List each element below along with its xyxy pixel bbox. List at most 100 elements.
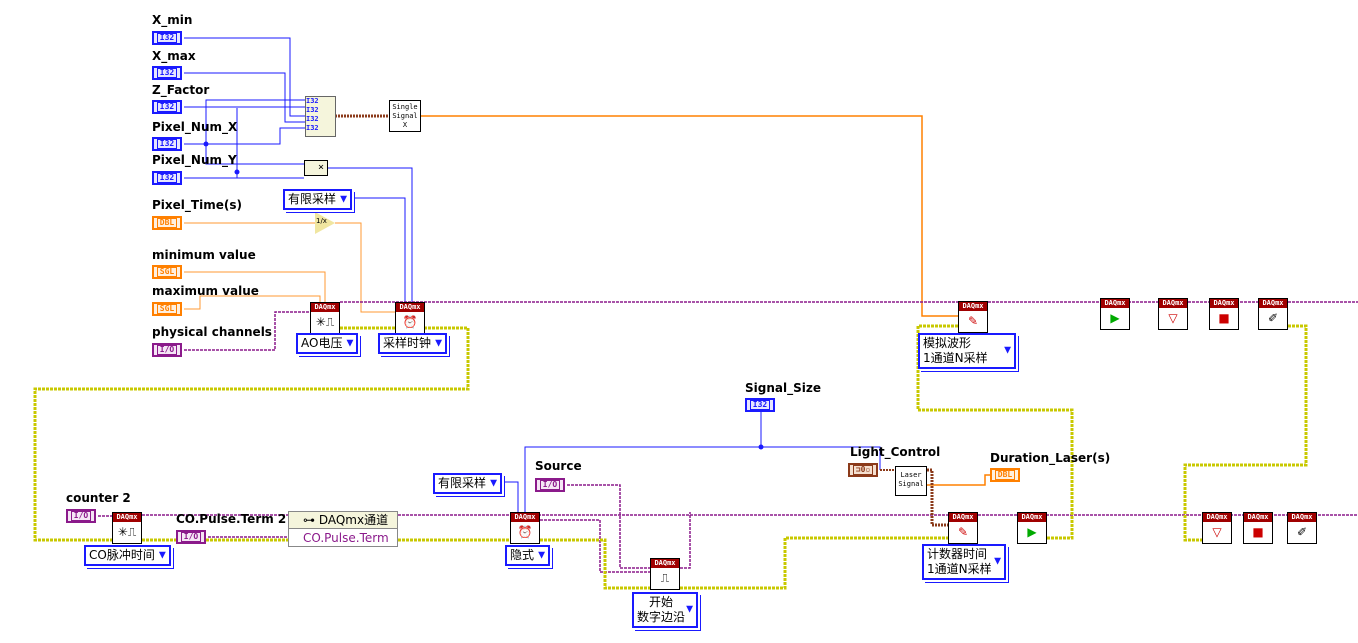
counter2-terminal[interactable]: I/O: [66, 509, 96, 523]
type-label: SGL: [156, 267, 178, 277]
wire-trigger-task: [540, 519, 650, 573]
daqmx-stop-ao[interactable]: DAQmx ■: [1209, 298, 1239, 330]
wire-reciprocal-out: [335, 222, 395, 313]
minimum-value-label: minimum value: [152, 248, 256, 262]
maximum-value-terminal[interactable]: SGL: [152, 302, 182, 316]
daqmx-stop-co[interactable]: DAQmx ■: [1243, 512, 1273, 544]
duration-laser-indicator[interactable]: DBL: [990, 468, 1020, 482]
type-label: I/O: [156, 345, 178, 355]
signal-size-label: Signal_Size: [745, 381, 821, 395]
z-factor-terminal[interactable]: I32: [152, 100, 182, 114]
wait-icon: ▽: [1212, 525, 1222, 539]
counter-write-selector[interactable]: 计数器时间 1通道N采样 ▼: [922, 544, 1006, 580]
x-min-terminal[interactable]: I32: [152, 31, 182, 45]
node-header: DAQmx: [1203, 513, 1231, 522]
daqmx-clear-co[interactable]: DAQmx ✐: [1287, 512, 1317, 544]
laser-signal-subvi[interactable]: Laser Signal: [895, 466, 927, 496]
build-array-node[interactable]: I32 I32 I32 I32: [305, 96, 336, 137]
play-icon: ▶: [1027, 525, 1037, 539]
property-node-title: DAQmx通道: [318, 513, 389, 527]
daqmx-wait-co[interactable]: DAQmx ▽: [1202, 512, 1232, 544]
single-signal-subvi[interactable]: Single Signal X: [389, 100, 421, 132]
counter2-label: counter 2: [66, 491, 131, 505]
dropdown-arrow-icon: ▼: [686, 604, 693, 615]
create-channel-icon: ✳⎍: [315, 315, 335, 329]
signal-size-terminal[interactable]: I32: [745, 398, 775, 412]
wire-junction: [203, 141, 209, 147]
maximum-value-label: maximum value: [152, 284, 259, 298]
type-label: DBL: [994, 470, 1016, 480]
multiply-node[interactable]: ×: [304, 160, 328, 176]
daqmx-wait-ao[interactable]: DAQmx ▽: [1158, 298, 1188, 330]
sample-mode-co-selector[interactable]: 有限采样 ▼: [433, 473, 503, 494]
duration-laser-label: Duration_Laser(s): [990, 451, 1111, 465]
daqmx-channel-property-node[interactable]: ⊶ DAQmx通道 CO.Pulse.Term: [288, 511, 398, 547]
daqmx-create-channel-co[interactable]: DAQmx ✳⎍: [112, 512, 142, 544]
daqmx-write-ao[interactable]: DAQmx ✎: [958, 301, 988, 333]
daqmx-timing-co[interactable]: DAQmx ⏰: [510, 512, 540, 544]
daqmx-timing-ao[interactable]: DAQmx ⏰: [395, 302, 425, 334]
type-label: I/O: [70, 511, 92, 521]
type-label: I32: [156, 33, 178, 43]
implicit-timing-selector[interactable]: 隐式 ▼: [505, 545, 551, 566]
pixel-num-y-terminal[interactable]: I32: [152, 171, 182, 185]
pixel-num-x-terminal[interactable]: I32: [152, 137, 182, 151]
minimum-value-terminal[interactable]: SGL: [152, 265, 182, 279]
node-header: DAQmx: [1159, 299, 1187, 308]
node-header: DAQmx: [113, 513, 141, 522]
wire-laser-out: [927, 468, 948, 527]
sample-mode-ao-selector[interactable]: 有限采样 ▼: [283, 189, 353, 210]
wire-junction: [758, 444, 764, 450]
daqmx-start-ao[interactable]: DAQmx ▶: [1100, 298, 1130, 330]
daqmx-create-channel-ao[interactable]: DAQmx ✳⎍: [310, 302, 340, 334]
daqmx-write-co[interactable]: DAQmx ✎: [948, 512, 978, 544]
wire-junction: [234, 169, 240, 175]
wire-signal-out: [421, 115, 958, 317]
wire-error-trigger-out: [680, 536, 948, 590]
node-header: DAQmx: [511, 513, 539, 522]
eraser-icon: ✐: [1267, 311, 1279, 325]
source-label: Source: [535, 459, 582, 473]
enum-value: CO脉冲时间: [89, 548, 155, 562]
type-label: I32: [156, 139, 178, 149]
source-terminal[interactable]: I/O: [535, 478, 565, 492]
wire-x-max: [184, 72, 305, 123]
co-pulse-time-selector[interactable]: CO脉冲时间 ▼: [84, 545, 171, 566]
physical-channels-terminal[interactable]: I/O: [152, 343, 182, 357]
array-input: I32: [306, 97, 319, 105]
node-header: DAQmx: [1210, 299, 1238, 308]
property-node-header: ⊶ DAQmx通道: [289, 512, 397, 529]
pencil-write-icon: ✎: [967, 314, 979, 328]
array-input: I32: [306, 115, 319, 123]
wire-sample-mode: [349, 197, 406, 308]
type-label: I32: [749, 400, 771, 410]
node-header: DAQmx: [311, 303, 339, 312]
dropdown-arrow-icon: ▼: [346, 338, 354, 348]
daqmx-clear-ao[interactable]: DAQmx ✐: [1258, 298, 1288, 330]
pixel-time-terminal[interactable]: DBL: [152, 216, 182, 230]
ao-voltage-selector[interactable]: AO电压 ▼: [296, 333, 359, 354]
analog-write-selector[interactable]: 模拟波形 1通道N采样 ▼: [918, 333, 1016, 369]
wire-duration: [927, 474, 990, 486]
dropdown-arrow-icon: ▼: [1004, 345, 1011, 356]
array-input: I32: [306, 124, 319, 132]
physical-channels-label: physical channels: [152, 325, 272, 339]
type-label: SGL: [156, 304, 178, 314]
light-control-terminal[interactable]: ⊐0▫: [848, 463, 878, 477]
wire-trigger-out: [680, 512, 691, 569]
node-header: DAQmx: [1288, 513, 1316, 522]
co-pulse-term2-terminal[interactable]: I/O: [176, 530, 206, 544]
light-control-label: Light_Control: [850, 445, 941, 459]
daqmx-trigger[interactable]: DAQmx ⎍: [650, 558, 680, 590]
property-co-pulse-term[interactable]: CO.Pulse.Term: [289, 529, 397, 547]
dropdown-arrow-icon: ▼: [435, 338, 443, 348]
node-header: DAQmx: [651, 559, 679, 568]
stop-icon: ■: [1218, 311, 1230, 325]
x-max-terminal[interactable]: I32: [152, 66, 182, 80]
trigger-selector[interactable]: 开始 数字边沿 ▼: [632, 592, 698, 628]
create-channel-icon: ✳⎍: [117, 525, 137, 539]
enum-value: 有限采样: [288, 192, 337, 206]
daqmx-start-co[interactable]: DAQmx ▶: [1017, 512, 1047, 544]
sample-clock-selector[interactable]: 采样时钟 ▼: [378, 333, 448, 354]
labview-block-diagram: X_min I32 X_max I32 Z_Factor I32 Pixel_N…: [0, 0, 1358, 643]
